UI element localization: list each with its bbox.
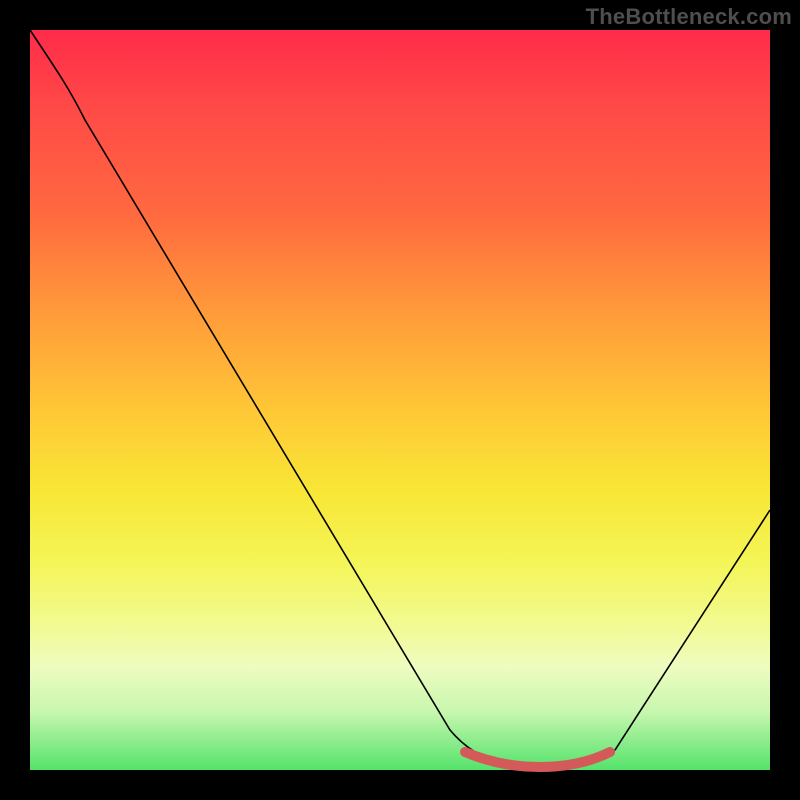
chart-frame: TheBottleneck.com bbox=[0, 0, 800, 800]
watermark-text: TheBottleneck.com bbox=[586, 4, 792, 30]
curve-layer bbox=[30, 30, 770, 770]
valley-highlight bbox=[465, 752, 610, 767]
bottleneck-curve bbox=[30, 30, 770, 767]
